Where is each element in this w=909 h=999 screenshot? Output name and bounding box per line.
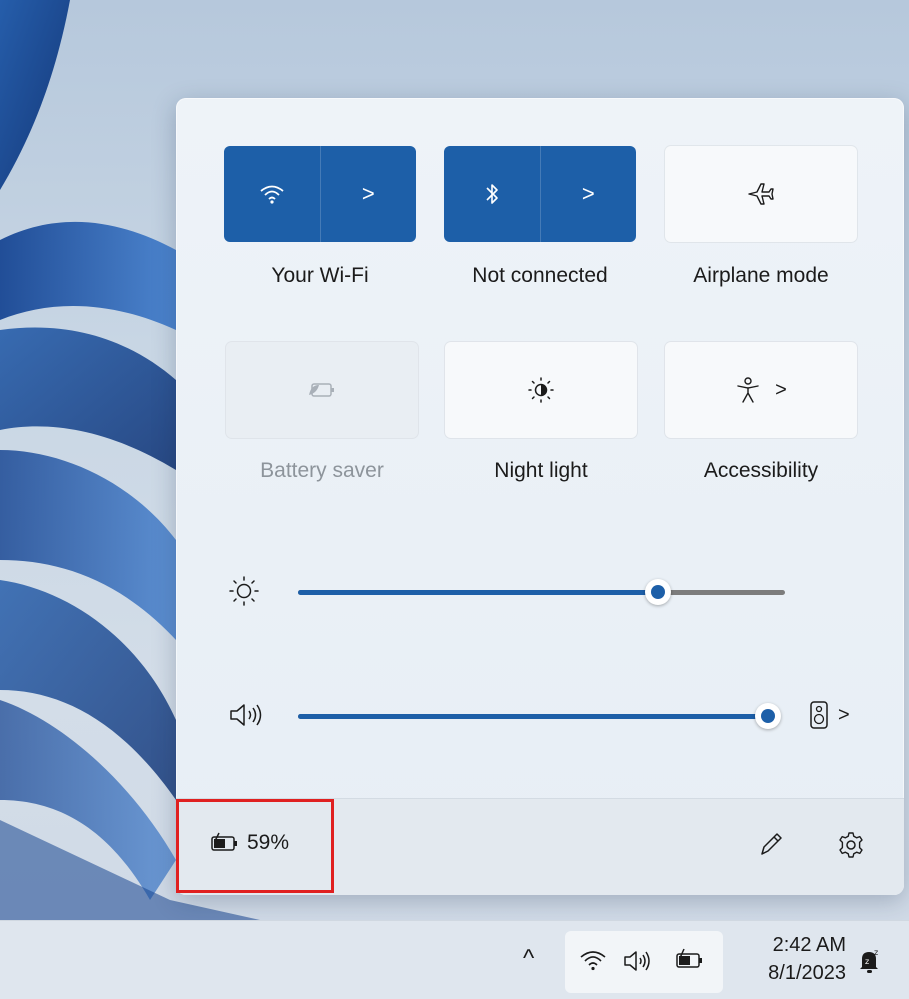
bluetooth-tile[interactable]: > (444, 146, 636, 242)
system-tray-group[interactable] (565, 931, 723, 993)
airplane-mode-tile[interactable] (665, 146, 857, 242)
battery-saver-tile[interactable] (226, 342, 418, 438)
svg-text:z: z (865, 957, 869, 966)
audio-output-button[interactable]: > (808, 696, 864, 734)
speaker-icon (623, 949, 657, 973)
battery-saver-tile-label: Battery saver (260, 459, 384, 482)
accessibility-icon (735, 376, 761, 404)
brightness-row (224, 574, 864, 614)
brightness-slider[interactable] (298, 579, 785, 605)
accessibility-tile-label: Accessibility (703, 459, 819, 482)
clock[interactable]: 2:42 AM 8/1/2023 (740, 931, 846, 987)
brightness-slider-thumb[interactable] (645, 579, 671, 605)
volume-slider-fill (298, 714, 768, 719)
show-hidden-icons-button[interactable]: ^ (523, 945, 534, 973)
gear-icon[interactable] (836, 830, 866, 860)
night-light-icon (527, 376, 555, 404)
annotation-highlight (176, 799, 334, 893)
pencil-icon[interactable] (757, 829, 785, 859)
chevron-right-icon: > (775, 378, 787, 401)
airplane-icon (747, 181, 775, 207)
wifi-toggle-button[interactable] (224, 146, 320, 242)
clock-time: 2:42 AM (772, 934, 846, 956)
quick-settings-panel: > Your Wi-Fi > Not connected Airplane mo… (176, 98, 904, 895)
wifi-tile[interactable]: > (224, 146, 416, 242)
brightness-icon (227, 574, 261, 608)
wifi-expand-button[interactable]: > (321, 146, 417, 242)
chevron-right-icon: > (581, 181, 595, 206)
night-light-tile-label: Night light (494, 459, 588, 482)
battery-saver-icon (307, 381, 337, 399)
speaker-device-icon (808, 700, 830, 730)
night-light-tile[interactable] (445, 342, 637, 438)
taskbar: ^ 2:42 AM 8/1/2023 zz (0, 920, 909, 999)
wifi-tile-label: Your Wi-Fi (271, 264, 369, 287)
chevron-right-icon: > (361, 181, 375, 206)
bluetooth-icon (484, 182, 500, 206)
wifi-icon (259, 184, 285, 204)
volume-slider[interactable] (298, 703, 781, 729)
bluetooth-tile-label: Not connected (472, 264, 608, 287)
bluetooth-toggle-button[interactable] (444, 146, 540, 242)
svg-text:z: z (874, 948, 878, 957)
brightness-slider-fill (298, 590, 658, 595)
volume-slider-thumb[interactable] (755, 703, 781, 729)
clock-date: 8/1/2023 (768, 962, 846, 984)
battery-charging-icon (673, 948, 707, 972)
wifi-icon (579, 949, 607, 971)
chevron-right-icon: > (838, 703, 850, 726)
accessibility-tile[interactable]: > (665, 342, 857, 438)
bluetooth-expand-button[interactable]: > (541, 146, 637, 242)
speaker-icon[interactable] (228, 701, 268, 729)
airplane-mode-tile-label: Airplane mode (693, 264, 829, 287)
volume-row: > (224, 696, 864, 736)
notification-bell-icon[interactable]: zz (857, 947, 883, 975)
